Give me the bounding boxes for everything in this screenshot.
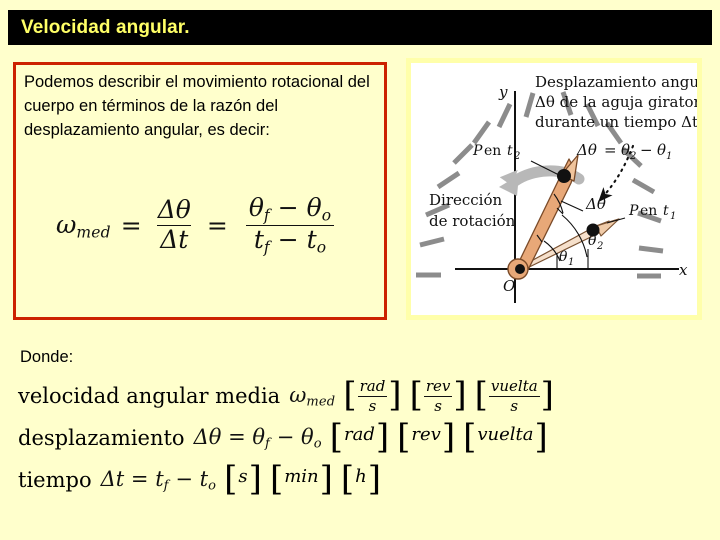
angular-velocity-formula: ωmed = Δθ Δt = θf − θo tf − to <box>56 193 342 256</box>
label-p-t1-en: en <box>640 203 657 219</box>
figure-caption-line1: Desplazamiento angular <box>535 73 697 91</box>
donde-heading: Donde: <box>20 348 74 366</box>
label-p-t1-p: P <box>628 203 639 219</box>
leader-delta-theta <box>560 200 584 212</box>
unit-text: vuelta <box>477 424 534 446</box>
svg-text:1: 1 <box>568 257 574 268</box>
unit-text: s <box>238 466 248 488</box>
formula-delta-theta: Δθ <box>157 195 191 225</box>
definitions-list: velocidad angular media ωmed [ rad s ] [… <box>18 375 578 501</box>
unit-text: rev <box>411 424 441 446</box>
svg-text:θ: θ <box>588 233 597 249</box>
angle-delta-theta-label: Δθ <box>585 195 606 213</box>
figure-equation-theta1: θ <box>657 141 666 159</box>
definition-angular-velocity: velocidad angular media ωmed [ rad s ] [… <box>18 375 578 417</box>
formula-fraction-delta: Δθ Δt <box>155 197 194 253</box>
definition-displacement: desplazamiento Δθ = θf − θo [ rad ] [ re… <box>18 417 578 459</box>
figure-equation-minus: − <box>640 141 653 159</box>
formula-omega: ωmed <box>56 209 111 241</box>
figure-equation-equals: = <box>604 141 617 159</box>
label-p-t2-num: 2 <box>513 151 520 162</box>
figure-equation-theta2: θ <box>621 141 630 159</box>
label-p-t1-t: t <box>663 203 669 219</box>
angle-theta1-label: θ 1 <box>559 249 574 268</box>
figure-equation-theta1-sub: 1 <box>666 151 672 162</box>
unit-text: min <box>284 466 319 488</box>
unit-vuelta: [ vuelta ] <box>463 417 548 458</box>
definition-label-displacement: desplazamiento <box>18 426 185 450</box>
intro-paragraph: Podemos describir el movimiento rotacion… <box>24 73 370 139</box>
formula-fraction-expanded: θf − θo tf − to <box>241 193 339 256</box>
unit-denominator: s <box>357 395 388 414</box>
direction-label-line1: Dirección <box>429 191 503 209</box>
unit-text: h <box>355 466 367 488</box>
angular-displacement-figure: Desplazamiento angular Δθ de la aguja gi… <box>406 58 702 320</box>
unit-min: [ min ] <box>269 459 333 500</box>
figure-equation-theta2-sub: 2 <box>629 151 636 162</box>
unit-h: [ h ] <box>340 459 382 500</box>
unit-rev: [ rev ] <box>397 417 456 458</box>
label-p-t2-t: t <box>507 143 513 159</box>
label-p-t2-p: P <box>472 143 483 159</box>
definition-label-time: tiempo <box>18 468 92 492</box>
definition-equation-time: Δt = tf − to <box>100 466 217 494</box>
unit-denominator: s <box>488 395 540 414</box>
unit-numerator: rad <box>359 377 386 396</box>
y-axis-label: y <box>498 83 508 101</box>
unit-rad: [ rad ] <box>329 417 390 458</box>
unit-numerator: rev <box>425 377 451 396</box>
figure-caption-line3: durante un tiempo Δt: <box>535 113 697 131</box>
label-p-t2-en: en <box>484 143 501 159</box>
svg-text:2: 2 <box>596 241 603 252</box>
definition-symbol-omega: ωmed <box>289 382 336 410</box>
slide-title-bar: Velocidad angular. <box>8 10 712 45</box>
unit-denominator: s <box>423 395 453 414</box>
figure-equation: Δθ = θ 2 − θ 1 <box>576 141 672 162</box>
unit-s: [ s ] <box>224 459 262 500</box>
slide-root: Velocidad angular. Podemos describir el … <box>0 0 720 540</box>
pivot-origin <box>507 258 529 280</box>
unit-rev-per-s: [ rev s ] <box>409 375 467 416</box>
point-p-t2-dot <box>557 169 571 183</box>
figure-svg: Desplazamiento angular Δθ de la aguja gi… <box>416 73 697 303</box>
unit-vuelta-per-s: [ vuelta s ] <box>474 375 554 416</box>
origin-label: O <box>503 277 515 295</box>
unit-numerator: vuelta <box>490 377 538 396</box>
unit-rad-per-s: [ rad s ] <box>343 375 402 416</box>
formula-time-difference: tf − to <box>245 224 335 256</box>
label-p-en-t2: P en t 2 <box>472 143 520 162</box>
unit-text: rad <box>344 424 375 446</box>
page-title: Velocidad angular. <box>21 17 190 38</box>
svg-text:θ: θ <box>559 249 568 265</box>
direction-label-line2: de rotación <box>429 212 516 230</box>
formula-equals-1: = <box>120 210 142 240</box>
formula-equals-2: = <box>206 210 228 240</box>
label-p-t1-num: 1 <box>670 211 676 222</box>
highlight-box: Podemos describir el movimiento rotacion… <box>13 62 387 320</box>
definition-time: tiempo Δt = tf − to [ s ] [ min ] [ h ] <box>18 459 578 501</box>
definition-equation-displacement: Δθ = θf − θo <box>193 424 322 452</box>
formula-theta-difference: θf − θo <box>248 193 332 225</box>
figure-caption-line2: Δθ de la aguja giratoria <box>535 93 697 111</box>
x-axis-label: x <box>679 261 688 279</box>
figure-equation-delta: Δθ <box>576 141 597 159</box>
definition-label-velocity: velocidad angular media <box>18 384 281 408</box>
formula-delta-t: Δt <box>157 224 192 254</box>
